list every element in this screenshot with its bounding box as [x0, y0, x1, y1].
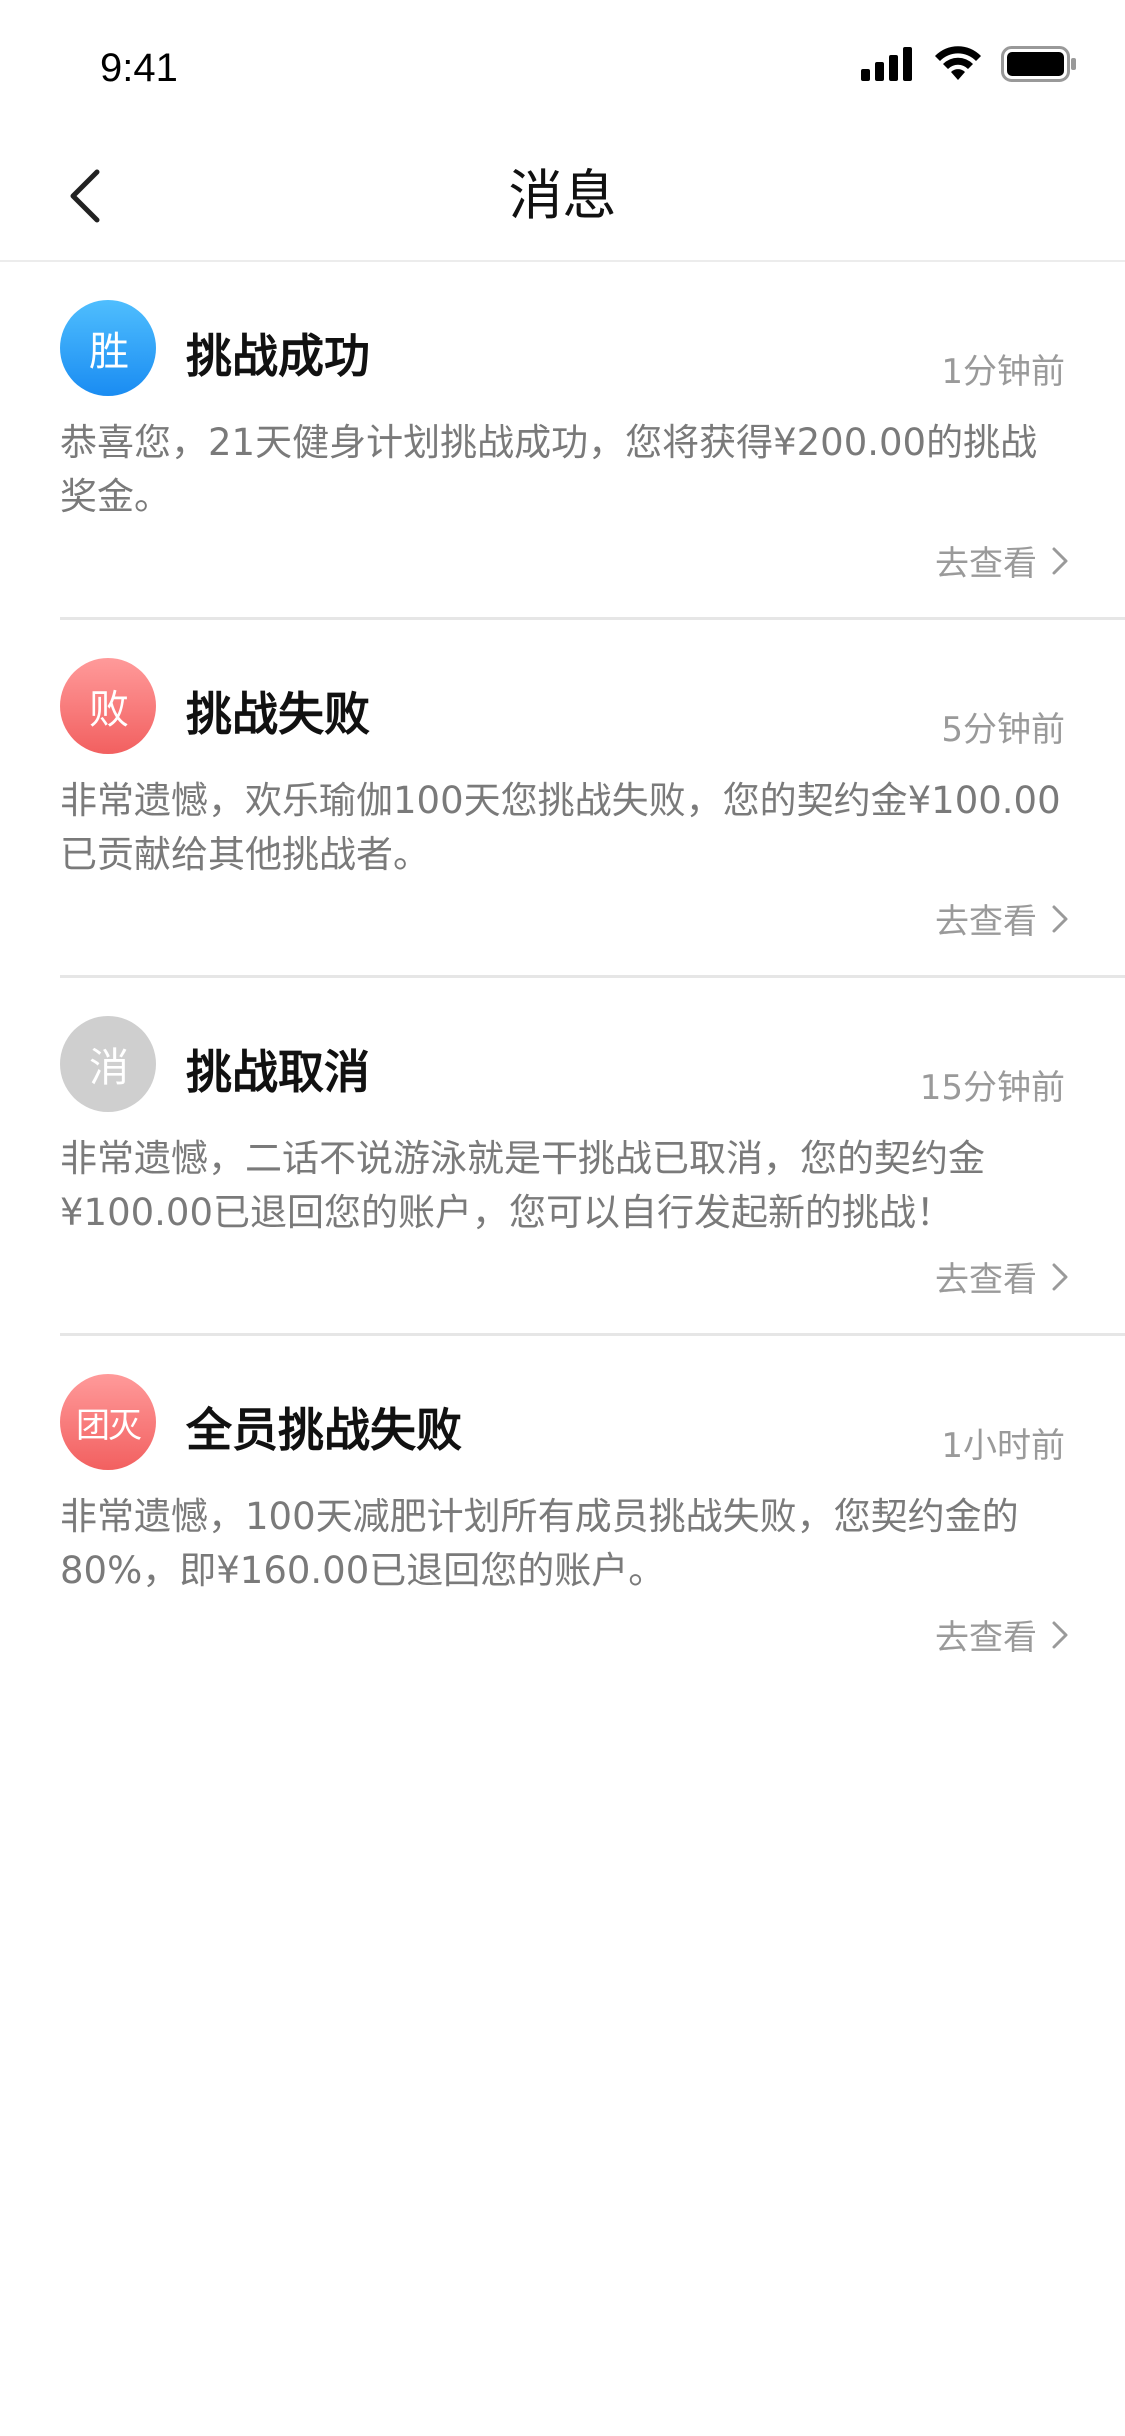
message-body: 非常遗憾，100天减肥计划所有成员挑战失败，您契约金的80%，即¥160.00已… [60, 1495, 1019, 1592]
battery-icon [1001, 46, 1076, 82]
view-detail-label: 去查看 [935, 1618, 1037, 1658]
message-title: 挑战成功 [186, 329, 370, 383]
status-bar: 9:41 [0, 0, 1125, 132]
page-title: 消息 [508, 164, 617, 227]
message-body: 非常遗憾，欢乐瑜伽100天您挑战失败，您的契约金¥100.00已贡献给其他挑战者… [60, 779, 1061, 876]
badge-fail: 败 [60, 658, 156, 754]
chevron-right-icon [1052, 1621, 1068, 1648]
message-time: 1分钟前 [941, 352, 1065, 392]
view-detail-label: 去查看 [935, 544, 1037, 584]
chevron-right-icon [1052, 905, 1068, 932]
chevron-right-icon [1052, 1263, 1068, 1290]
message-time: 5分钟前 [941, 710, 1065, 750]
status-time: 9:41 [100, 46, 178, 90]
message-item-cancel: 消 挑战取消 15分钟前 非常遗憾，二话不说游泳就是干挑战已取消，您的契约金¥1… [60, 978, 1125, 1336]
view-detail-link[interactable]: 去查看 [935, 1610, 1069, 1659]
message-item-fail: 败 挑战失败 5分钟前 非常遗憾，欢乐瑜伽100天您挑战失败，您的契约金¥100… [60, 620, 1125, 978]
view-detail-label: 去查看 [935, 1260, 1037, 1300]
message-body: 非常遗憾，二话不说游泳就是干挑战已取消，您的契约金¥100.00已退回您的账户，… [60, 1137, 985, 1234]
message-title: 全员挑战失败 [186, 1403, 462, 1457]
view-detail-link[interactable]: 去查看 [935, 536, 1069, 585]
badge-win: 胜 [60, 300, 156, 396]
message-item-all-fail: 团灭 全员挑战失败 1小时前 非常遗憾，100天减肥计划所有成员挑战失败，您契约… [60, 1336, 1125, 1694]
message-list: 胜 挑战成功 1分钟前 恭喜您，21天健身计划挑战成功，您将获得¥200.00的… [0, 262, 1125, 1694]
nav-bar: 消息 [0, 132, 1125, 262]
message-title: 挑战取消 [186, 1045, 370, 1099]
message-title: 挑战失败 [186, 687, 370, 741]
chevron-right-icon [1052, 547, 1068, 574]
signal-icon [861, 47, 912, 81]
view-detail-link[interactable]: 去查看 [935, 1252, 1069, 1301]
message-body: 恭喜您，21天健身计划挑战成功，您将获得¥200.00的挑战奖金。 [60, 421, 1038, 518]
badge-cancel: 消 [60, 1016, 156, 1112]
view-detail-label: 去查看 [935, 902, 1037, 942]
view-detail-link[interactable]: 去查看 [935, 894, 1069, 943]
message-item-success: 胜 挑战成功 1分钟前 恭喜您，21天健身计划挑战成功，您将获得¥200.00的… [60, 262, 1125, 620]
wifi-icon [935, 46, 981, 80]
badge-all-fail: 团灭 [60, 1374, 156, 1470]
status-icons [861, 46, 1077, 82]
message-time: 15分钟前 [919, 1068, 1065, 1108]
message-time: 1小时前 [941, 1426, 1065, 1466]
